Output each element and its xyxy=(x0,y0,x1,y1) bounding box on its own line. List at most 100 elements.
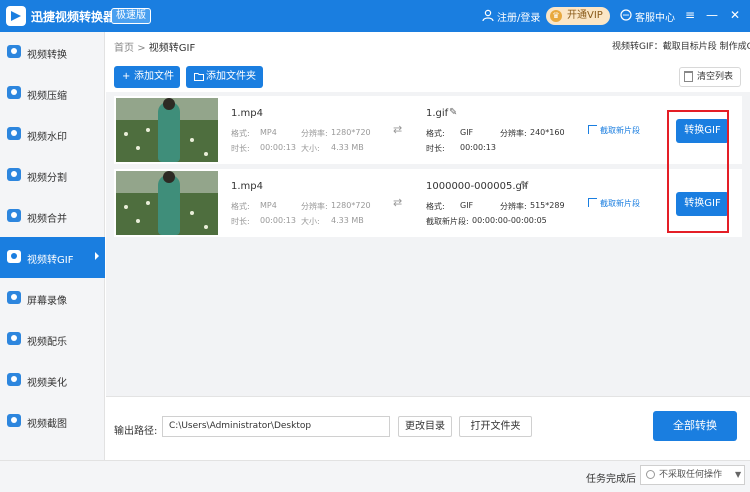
sidebar-item-label: 视频美化 xyxy=(27,378,67,389)
login-link[interactable]: 注册/登录 xyxy=(497,9,540,24)
beautify-icon xyxy=(7,373,21,386)
folder-icon xyxy=(194,73,204,81)
sidebar-item-video-merge[interactable]: 视频合并 xyxy=(0,196,105,237)
video-compress-icon xyxy=(7,86,21,99)
after-task-value: 不采取任何操作 xyxy=(659,470,723,480)
chevron-down-icon: ▼ xyxy=(735,470,742,479)
source-filename: 1.mp4 xyxy=(231,181,263,192)
source-duration-label: 时长: xyxy=(231,217,250,226)
output-duration: 00:00:13 xyxy=(460,143,496,152)
close-icon[interactable]: ✕ xyxy=(726,6,744,24)
open-folder-button[interactable]: 打开文件夹 xyxy=(459,416,532,437)
clip-segment-label: 截取新片段 xyxy=(600,199,640,208)
shuffle-icon: ⇄ xyxy=(393,123,403,136)
edit-icon[interactable]: ✎ xyxy=(449,107,457,118)
source-format: MP4 xyxy=(260,128,277,137)
source-filename: 1.mp4 xyxy=(231,108,263,119)
file-row[interactable]: 1.mp4 格式: MP4 分辨率: 1280*720 时长: 00:00:13… xyxy=(114,169,742,237)
output-format-label: 格式: xyxy=(426,202,445,211)
output-format: GIF xyxy=(460,128,474,137)
output-path-label: 输出路径: xyxy=(114,426,158,437)
sidebar-item-label: 视频压缩 xyxy=(27,91,67,102)
crop-icon xyxy=(588,198,597,207)
output-resolution: 515*289 xyxy=(530,201,565,210)
crop-icon xyxy=(588,125,597,134)
file-row[interactable]: 1.mp4 格式: MP4 分辨率: 1280*720 时长: 00:00:13… xyxy=(114,96,742,164)
sidebar-item-label: 视频转GIF xyxy=(27,255,74,266)
source-resolution: 1280*720 xyxy=(331,128,371,137)
screenshot-icon xyxy=(7,414,21,427)
shuffle-icon: ⇄ xyxy=(393,196,403,209)
sidebar-item-label: 屏幕录像 xyxy=(27,296,67,307)
edition-badge: 极速版 xyxy=(111,8,151,24)
sidebar-item-label: 视频合并 xyxy=(27,214,67,225)
service-link[interactable]: 客服中心 xyxy=(635,9,675,24)
source-size-label: 大小: xyxy=(301,144,320,153)
sidebar-item-label: 视频水印 xyxy=(27,132,67,143)
crown-icon: ♛ xyxy=(550,10,562,22)
sidebar-item-label: 视频配乐 xyxy=(27,337,67,348)
source-duration: 00:00:13 xyxy=(260,216,296,225)
sidebar-item-video-compress[interactable]: 视频压缩 xyxy=(0,73,105,114)
breadcrumb-home[interactable]: 首页 xyxy=(114,43,134,54)
music-icon xyxy=(7,332,21,345)
user-icon xyxy=(482,9,494,21)
source-duration: 00:00:13 xyxy=(260,143,296,152)
sidebar-item-label: 视频转换 xyxy=(27,50,67,61)
output-resolution: 240*160 xyxy=(530,128,565,137)
sidebar-item-video-convert[interactable]: 视频转换 xyxy=(0,32,105,73)
sidebar-item-label: 视频分割 xyxy=(27,173,67,184)
video-thumbnail xyxy=(116,98,218,162)
video-convert-icon xyxy=(7,45,21,58)
output-duration-label: 时长: xyxy=(426,144,445,153)
vip-button[interactable]: ♛ 开通VIP xyxy=(546,7,610,25)
convert-all-button[interactable]: 全部转换 xyxy=(653,411,737,441)
source-resolution: 1280*720 xyxy=(331,201,371,210)
output-format-label: 格式: xyxy=(426,129,445,138)
source-format-label: 格式: xyxy=(231,202,250,211)
menu-icon[interactable]: ≡ xyxy=(681,6,699,24)
add-file-button[interactable]: + 添加文件 xyxy=(114,66,180,88)
sidebar: 视频转换 视频压缩 视频水印 视频分割 视频合并 视频转GIF 屏幕录像 视频配… xyxy=(0,32,105,460)
sidebar-item-video-beautify[interactable]: 视频美化 xyxy=(0,360,105,401)
output-resolution-label: 分辨率: xyxy=(500,202,527,211)
edit-icon[interactable]: ✎ xyxy=(520,180,528,191)
breadcrumb-current: 视频转GIF xyxy=(148,43,196,54)
source-format-label: 格式: xyxy=(231,129,250,138)
app-logo-icon xyxy=(6,6,26,26)
output-format: GIF xyxy=(460,201,474,210)
change-directory-button[interactable]: 更改目录 xyxy=(398,416,452,437)
sidebar-item-video-screenshot[interactable]: 视频截图 xyxy=(0,401,105,442)
feature-hint: 视频转GIF：截取目标片段 制作成GIF xyxy=(612,42,750,52)
no-action-icon xyxy=(646,470,655,479)
source-size: 4.33 MB xyxy=(331,143,364,152)
vip-label: 开通VIP xyxy=(567,10,603,21)
after-task-select[interactable]: 不采取任何操作 ▼ xyxy=(640,465,745,485)
clear-list-button[interactable]: 清空列表 xyxy=(679,67,741,87)
sidebar-item-video-watermark[interactable]: 视频水印 xyxy=(0,114,105,155)
gif-cloud-icon xyxy=(7,250,21,263)
output-clip-label: 截取新片段: xyxy=(426,217,469,226)
source-size-label: 大小: xyxy=(301,217,320,226)
sidebar-item-video-to-gif[interactable]: 视频转GIF xyxy=(0,237,105,278)
clear-list-label: 清空列表 xyxy=(697,72,734,82)
sidebar-item-video-split[interactable]: 视频分割 xyxy=(0,155,105,196)
sidebar-item-screen-record[interactable]: 屏幕录像 xyxy=(0,278,105,319)
highlight-box xyxy=(667,110,729,233)
minimize-icon[interactable]: — xyxy=(703,6,721,24)
output-filename: 1.gif xyxy=(426,108,449,119)
title-bar: 迅捷视频转换器 极速版 注册/登录 ♛ 开通VIP 客服中心 ≡ — ✕ xyxy=(0,0,750,32)
app-title: 迅捷视频转换器 xyxy=(31,10,116,24)
clip-segment-label: 截取新片段 xyxy=(600,126,640,135)
trash-icon xyxy=(684,71,693,82)
video-watermark-icon xyxy=(7,127,21,140)
status-bar xyxy=(0,460,750,492)
source-format: MP4 xyxy=(260,201,277,210)
add-folder-button[interactable]: 添加文件夹 xyxy=(186,66,263,88)
add-file-label: 添加文件 xyxy=(134,71,174,82)
chat-icon xyxy=(620,9,632,21)
sidebar-item-video-music[interactable]: 视频配乐 xyxy=(0,319,105,360)
video-thumbnail xyxy=(116,171,218,235)
output-path-field[interactable]: C:\Users\Administrator\Desktop xyxy=(162,416,390,437)
after-task-label: 任务完成后 xyxy=(586,474,636,485)
